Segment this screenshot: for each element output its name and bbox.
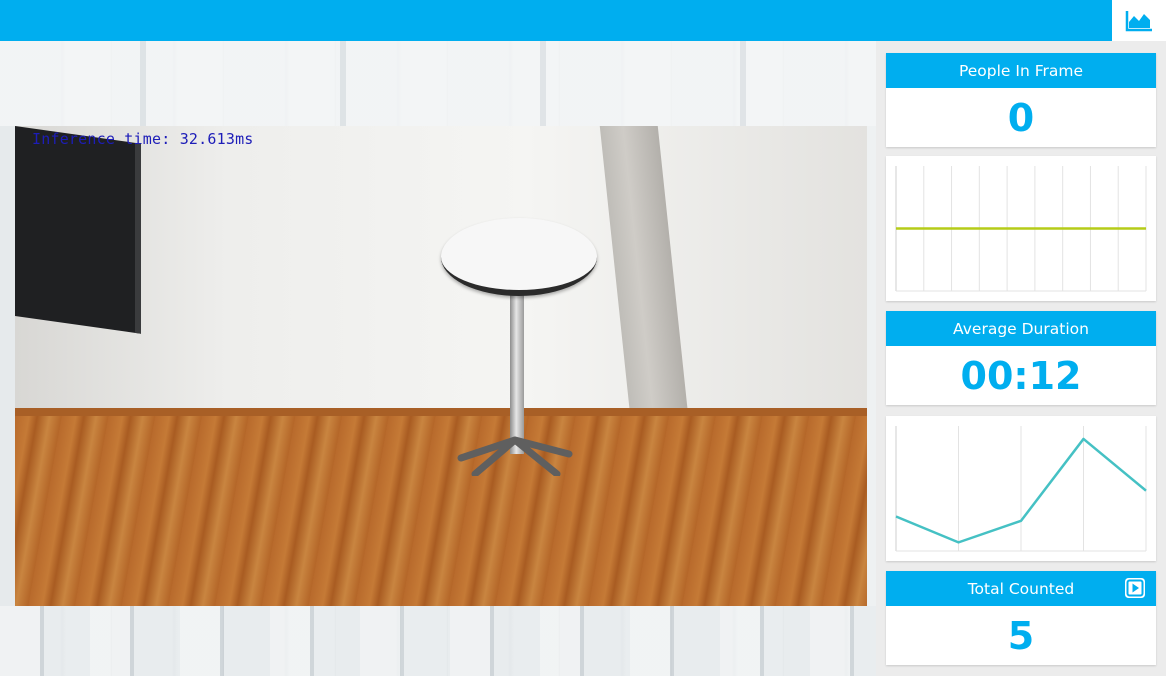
people-in-frame-card: People In Frame 0 — [886, 53, 1156, 147]
total-counted-card: Total Counted 5 — [886, 571, 1156, 665]
top-bar — [0, 0, 1112, 41]
wall — [15, 126, 867, 426]
average-duration-value: 00:12 — [960, 353, 1082, 398]
people-in-frame-label: People In Frame — [886, 53, 1156, 88]
people-chart-svg — [895, 166, 1147, 292]
area-chart-icon — [1125, 10, 1152, 31]
wood-floor — [15, 416, 867, 606]
table-base — [457, 436, 573, 476]
people-in-frame-chart — [886, 156, 1156, 301]
total-counted-label: Total Counted — [967, 579, 1075, 598]
video-feed: Inference time: 32.613ms — [15, 126, 867, 606]
average-duration-label: Average Duration — [886, 311, 1156, 346]
total-counted-header: Total Counted — [886, 571, 1156, 606]
wall-monitor — [15, 126, 141, 334]
table-top — [441, 218, 597, 296]
total-counted-value: 5 — [1007, 613, 1035, 658]
play-icon[interactable] — [1124, 577, 1146, 599]
table-stem — [510, 284, 524, 454]
inference-time-overlay: Inference time: 32.613ms — [32, 130, 254, 148]
people-in-frame-value: 0 — [1007, 95, 1035, 140]
average-duration-chart — [886, 416, 1156, 561]
duration-chart-svg — [895, 426, 1147, 552]
chart-toggle-button[interactable] — [1112, 0, 1166, 41]
average-duration-card: Average Duration 00:12 — [886, 311, 1156, 405]
